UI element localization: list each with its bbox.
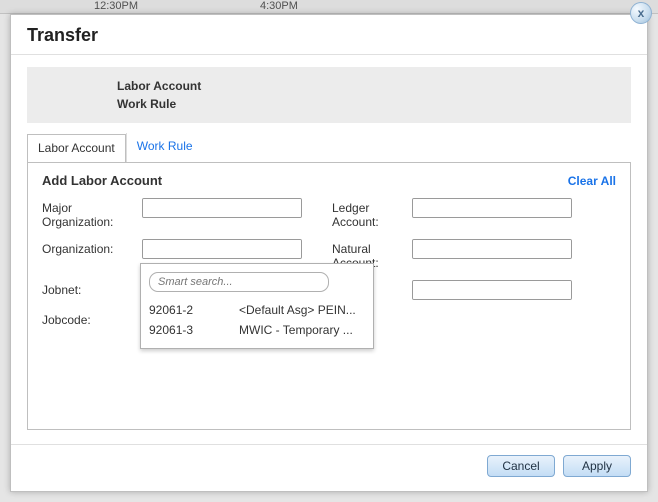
input-natural-account[interactable] bbox=[413, 240, 572, 258]
divider bbox=[11, 54, 647, 55]
combo-ledger-account[interactable] bbox=[412, 198, 572, 218]
info-bar: Labor Account Work Rule bbox=[27, 67, 631, 123]
clear-all-link[interactable]: Clear All bbox=[568, 174, 616, 188]
label-ledger-account: Ledger Account: bbox=[332, 198, 412, 229]
tab-labor-account[interactable]: Labor Account bbox=[27, 134, 126, 163]
combo-organization[interactable] bbox=[142, 239, 302, 259]
label-major-organization: Major Organization: bbox=[42, 198, 142, 229]
option-desc: MWIC - Temporary ... bbox=[239, 323, 365, 337]
dropdown-option[interactable]: 92061-3 MWIC - Temporary ... bbox=[149, 320, 365, 340]
dialog-header: Transfer bbox=[11, 15, 647, 54]
dialog-title: Transfer bbox=[27, 25, 631, 46]
apply-button[interactable]: Apply bbox=[563, 455, 631, 477]
tab-work-rule[interactable]: Work Rule bbox=[126, 133, 203, 162]
cancel-button[interactable]: Cancel bbox=[487, 455, 555, 477]
combo-natural-account[interactable] bbox=[412, 239, 572, 259]
input-ledger-account[interactable] bbox=[413, 199, 572, 217]
tab-bar: Labor Account Work Rule bbox=[27, 133, 631, 162]
info-work-rule: Work Rule bbox=[117, 95, 619, 113]
label-organization: Organization: bbox=[42, 239, 142, 256]
info-labor-account: Labor Account bbox=[117, 77, 619, 95]
panel-header: Add Labor Account Clear All bbox=[42, 173, 616, 188]
dropdown-options: 92061-2 <Default Asg> PEIN... 92061-3 MW… bbox=[141, 300, 373, 348]
input-organization[interactable] bbox=[143, 240, 302, 258]
option-code: 92061-3 bbox=[149, 323, 239, 337]
label-jobcode: Jobcode: bbox=[42, 310, 142, 327]
combo-blank-right[interactable] bbox=[412, 280, 572, 300]
option-code: 92061-2 bbox=[149, 303, 239, 317]
jobnet-dropdown: 92061-2 <Default Asg> PEIN... 92061-3 MW… bbox=[140, 263, 374, 349]
label-jobnet: Jobnet: bbox=[42, 280, 142, 297]
panel-title: Add Labor Account bbox=[42, 173, 162, 188]
dialog-footer: Cancel Apply bbox=[11, 445, 647, 477]
labor-account-panel: Add Labor Account Clear All Major Organi… bbox=[27, 162, 631, 430]
dropdown-option[interactable]: 92061-2 <Default Asg> PEIN... bbox=[149, 300, 365, 320]
option-desc: <Default Asg> PEIN... bbox=[239, 303, 365, 317]
transfer-dialog: Transfer Labor Account Work Rule Labor A… bbox=[10, 14, 648, 492]
input-blank-right[interactable] bbox=[413, 281, 572, 299]
close-icon: x bbox=[638, 6, 645, 20]
combo-major-organization[interactable] bbox=[142, 198, 302, 218]
close-button[interactable]: x bbox=[630, 2, 652, 24]
smart-search-input[interactable] bbox=[149, 272, 329, 292]
input-major-organization[interactable] bbox=[143, 199, 302, 217]
